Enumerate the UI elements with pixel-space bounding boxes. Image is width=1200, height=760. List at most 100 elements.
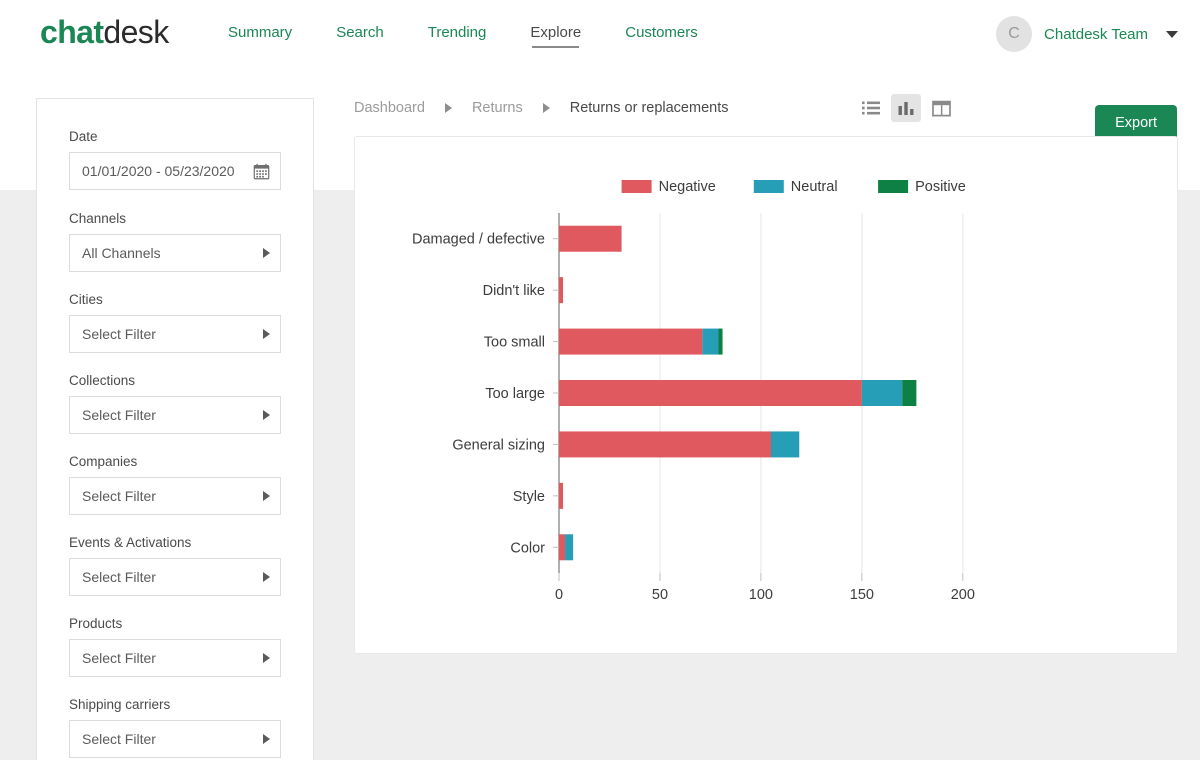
filter-label-products: Products	[69, 616, 281, 631]
calendar-icon[interactable]	[253, 163, 270, 180]
breadcrumb-item-returns-or-replacements: Returns or replacements	[570, 100, 729, 116]
app-logo[interactable]: chatdesk	[40, 14, 169, 51]
filter-group-cities: Cities Select Filter	[69, 292, 281, 353]
products-filter-value: Select Filter	[82, 650, 263, 666]
filter-label-cities: Cities	[69, 292, 281, 307]
bar-segment	[559, 483, 563, 509]
filter-group-channels: Channels All Channels	[69, 211, 281, 272]
date-range-value: 01/01/2020 - 05/23/2020	[82, 163, 253, 179]
filter-group-shipping-carriers: Shipping carriers Select Filter	[69, 697, 281, 758]
caret-right-icon	[263, 734, 270, 744]
nav-item-trending[interactable]: Trending	[428, 24, 487, 48]
legend-swatch-negative	[622, 180, 652, 193]
bar-segment	[902, 380, 916, 406]
breadcrumb-item-dashboard[interactable]: Dashboard	[354, 100, 425, 116]
bar-segment	[559, 431, 771, 457]
bar-chart-view-icon[interactable]	[891, 94, 921, 122]
filter-group-collections: Collections Select Filter	[69, 373, 281, 434]
filter-group-events-activations: Events & Activations Select Filter	[69, 535, 281, 596]
events-activations-filter-value: Select Filter	[82, 569, 263, 585]
shipping-carriers-filter-value: Select Filter	[82, 731, 263, 747]
bar-segment	[559, 226, 622, 252]
caret-right-icon	[263, 248, 270, 258]
date-range-input[interactable]: 01/01/2020 - 05/23/2020	[69, 152, 281, 190]
category-label: Style	[513, 489, 545, 505]
legend-label-positive: Positive	[915, 179, 966, 195]
caret-right-icon	[263, 572, 270, 582]
category-label: Too small	[484, 335, 545, 351]
avatar: C	[996, 16, 1032, 52]
filter-group-companies: Companies Select Filter	[69, 454, 281, 515]
main-content: Dashboard Returns Returns or replacement…	[314, 68, 1200, 760]
nav-item-search[interactable]: Search	[336, 24, 384, 48]
legend-label-negative: Negative	[659, 179, 716, 195]
filter-label-channels: Channels	[69, 211, 281, 226]
category-label: General sizing	[452, 437, 545, 453]
stacked-bar-chart: Negative Neutral Positive Damaged / defecti…	[355, 137, 1179, 655]
legend-swatch-neutral	[754, 180, 784, 193]
caret-right-icon	[263, 329, 270, 339]
filter-group-products: Products Select Filter	[69, 616, 281, 677]
list-view-icon[interactable]	[856, 94, 886, 122]
legend-swatch-positive	[878, 180, 908, 193]
x-tick-label: 150	[850, 587, 874, 603]
caret-right-icon	[263, 410, 270, 420]
breadcrumb-separator-icon	[445, 103, 452, 113]
caret-right-icon	[263, 491, 270, 501]
channels-filter-select[interactable]: All Channels	[69, 234, 281, 272]
logo-bold-part: chat	[40, 14, 103, 50]
nav-item-customers[interactable]: Customers	[625, 24, 698, 48]
nav-item-summary[interactable]: Summary	[228, 24, 292, 48]
breadcrumb-item-returns[interactable]: Returns	[472, 100, 523, 116]
cities-filter-value: Select Filter	[82, 326, 263, 342]
filter-label-collections: Collections	[69, 373, 281, 388]
bar-segment	[565, 534, 573, 560]
logo-light-part: desk	[103, 14, 168, 50]
chart-card: Negative Neutral Positive Damaged / defecti…	[354, 136, 1178, 654]
breadcrumb-toolbar: Dashboard Returns Returns or replacement…	[354, 86, 1190, 130]
category-label: Too large	[485, 386, 545, 402]
export-button[interactable]: Export	[1095, 105, 1177, 140]
main-nav: Summary Search Trending Explore Customer…	[228, 24, 698, 48]
bar-segment	[862, 380, 902, 406]
view-toggle-group	[856, 94, 956, 122]
companies-filter-select[interactable]: Select Filter	[69, 477, 281, 515]
filters-sidebar: Date 01/01/2020 - 05/23/2020	[36, 98, 314, 760]
x-tick-label: 0	[555, 587, 563, 603]
collections-filter-value: Select Filter	[82, 407, 263, 423]
nav-item-explore[interactable]: Explore	[530, 24, 581, 48]
cities-filter-select[interactable]: Select Filter	[69, 315, 281, 353]
category-label: Color	[510, 540, 545, 556]
bar-segment	[719, 329, 723, 355]
bar-segment	[559, 277, 563, 303]
user-menu[interactable]: C Chatdesk Team	[996, 16, 1184, 52]
chevron-down-icon[interactable]	[1166, 31, 1178, 38]
bar-segment	[559, 534, 565, 560]
bar-segment	[559, 329, 702, 355]
x-tick-label: 200	[951, 587, 975, 603]
category-label: Didn't like	[483, 283, 545, 299]
bar-segment	[771, 431, 799, 457]
top-navigation-bar: chatdesk Summary Search Trending Explore…	[0, 0, 1200, 68]
breadcrumb-separator-icon	[543, 103, 550, 113]
filter-label-shipping-carriers: Shipping carriers	[69, 697, 281, 712]
shipping-carriers-filter-select[interactable]: Select Filter	[69, 720, 281, 758]
caret-right-icon	[263, 653, 270, 663]
filter-label-companies: Companies	[69, 454, 281, 469]
table-view-icon[interactable]	[926, 94, 956, 122]
category-label: Damaged / defective	[412, 232, 545, 248]
channels-filter-value: All Channels	[82, 245, 263, 261]
collections-filter-select[interactable]: Select Filter	[69, 396, 281, 434]
filter-group-date: Date 01/01/2020 - 05/23/2020	[69, 129, 281, 190]
bar-segment	[702, 329, 718, 355]
app-root: chatdesk Summary Search Trending Explore…	[0, 0, 1200, 760]
x-tick-label: 100	[749, 587, 773, 603]
companies-filter-value: Select Filter	[82, 488, 263, 504]
legend-label-neutral: Neutral	[791, 179, 838, 195]
products-filter-select[interactable]: Select Filter	[69, 639, 281, 677]
filter-label-date: Date	[69, 129, 281, 144]
bar-segment	[559, 380, 862, 406]
user-name-label: Chatdesk Team	[1044, 26, 1148, 43]
events-activations-filter-select[interactable]: Select Filter	[69, 558, 281, 596]
x-tick-label: 50	[652, 587, 668, 603]
